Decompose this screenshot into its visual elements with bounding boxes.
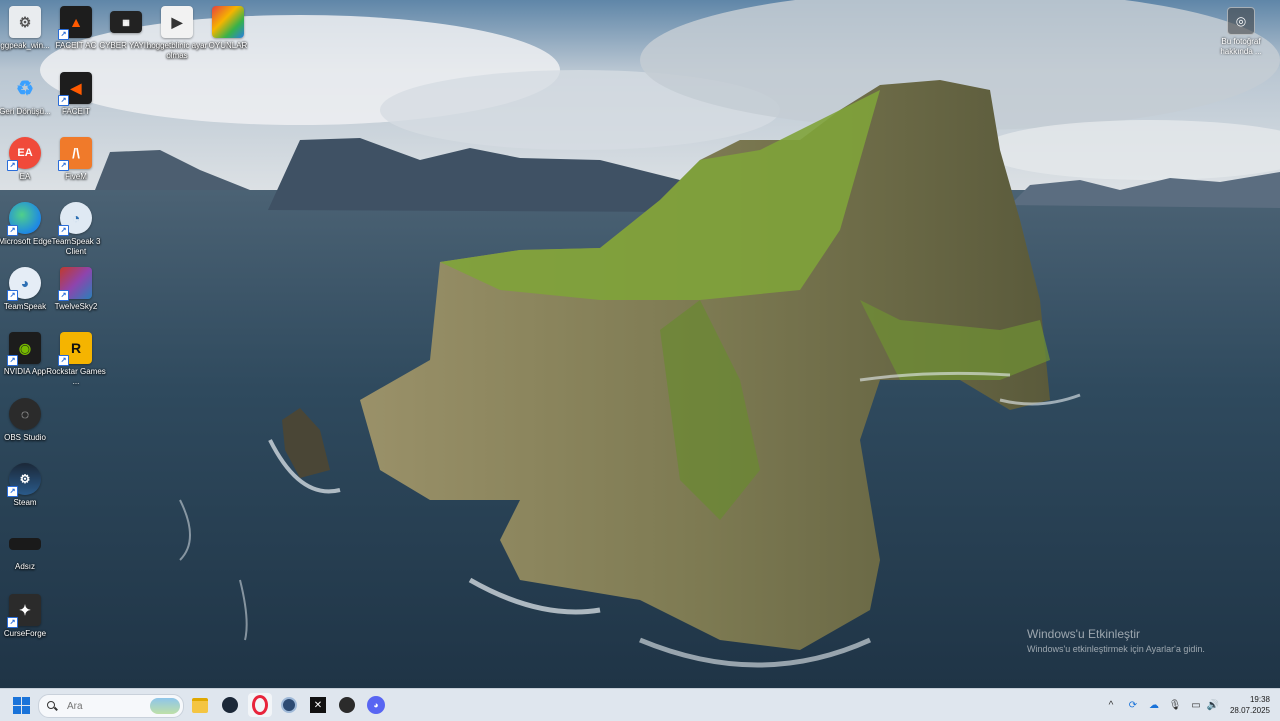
desktop-icon-rockstar[interactable]: R ↗ Rockstar Games ... xyxy=(46,332,106,387)
desktop-icon-video[interactable]: ▶ hoggetblinic ayar olmas xyxy=(147,6,207,61)
taskbar-discord[interactable]: ◕ xyxy=(364,693,388,717)
desktop-icon-obs[interactable]: ◌ OBS Studio xyxy=(0,398,50,443)
desktop-icon-faceit[interactable]: ◀ ↗ FACEIT xyxy=(51,72,101,117)
desktop-icon-recycle-bin[interactable]: ♻ Geri Dönüşü... xyxy=(0,72,51,117)
faceit-icon: ◀ ↗ xyxy=(58,72,92,106)
icon-label: Bu fotoğraf hakkında ... xyxy=(1220,37,1262,56)
icon-label: FACEIT xyxy=(61,107,90,116)
desktop-icon-fivem[interactable]: /\ ↗ FiveM xyxy=(51,137,101,182)
desktop-icon-twelvesky2[interactable]: ↗ TwelveSky2 xyxy=(51,267,101,312)
ea-icon: EA ↗ xyxy=(7,137,41,171)
taskbar-obs[interactable] xyxy=(335,693,359,717)
icon-label: TeamSpeak 3 Client xyxy=(51,237,101,256)
icon-label: FiveM xyxy=(65,172,87,181)
edge-icon: ↗ xyxy=(7,202,41,236)
discord-icon: ◕ xyxy=(367,696,385,714)
desktop-icon-ggpeak[interactable]: ⚙ ggpeak_win... xyxy=(0,6,50,51)
camera-icon: ◎ xyxy=(1227,7,1255,35)
search-highlight-icon xyxy=(150,698,180,714)
obs-icon xyxy=(339,697,355,713)
desktop-icon-teamspeak3[interactable]: ◔ ↗ TeamSpeak 3 Client xyxy=(51,202,101,257)
fivem-icon: /\ ↗ xyxy=(58,137,92,171)
taskbar-clock[interactable]: 19:38 28.07.2025 xyxy=(1230,694,1270,716)
desktop-icon-cyber-yayi[interactable]: ▦ CYBER YAYI... xyxy=(99,6,153,51)
taskbar-search[interactable] xyxy=(38,694,184,718)
teamspeak-icon: ◕ ↗ xyxy=(7,267,41,301)
clock-date: 28.07.2025 xyxy=(1229,706,1270,715)
file-explorer-icon xyxy=(192,697,208,713)
recycle-bin-icon: ♻ xyxy=(16,77,34,100)
blank-image-icon xyxy=(9,538,41,550)
desktop-icon-photo-info[interactable]: ◎ Bu fotoğraf hakkında ... xyxy=(1212,7,1270,57)
folder-games-icon xyxy=(212,6,244,38)
rockstar-icon: R ↗ xyxy=(58,332,92,366)
desktop-icon-curseforge[interactable]: ✦ ↗ CurseForge xyxy=(0,594,50,639)
nvidia-icon: ◉ ↗ xyxy=(7,332,41,366)
desktop-icon-ea[interactable]: EA ↗ EA xyxy=(0,137,50,182)
taskbar-steam[interactable] xyxy=(218,693,242,717)
video-file-icon: ▦ xyxy=(110,11,142,33)
activation-watermark: Windows'u Etkinleştir Windows'u etkinleş… xyxy=(1027,627,1205,654)
volume-icon[interactable]: 🔊 xyxy=(1206,698,1220,712)
icon-label: OYUNLAR xyxy=(208,41,248,50)
twelvesky2-icon: ↗ xyxy=(58,267,92,301)
network-icon[interactable]: ▭ xyxy=(1189,698,1203,712)
desktop-icon-faceit-ac[interactable]: ▲ ↗ FACEIT AC xyxy=(51,6,101,51)
desktop-icon-steam[interactable]: ⚙ ↗ Steam xyxy=(0,463,50,508)
clock-time: 19:38 xyxy=(1249,695,1270,704)
icon-label: Rockstar Games ... xyxy=(46,367,106,386)
icon-label: OBS Studio xyxy=(4,433,46,442)
settings-file-icon: ⚙ xyxy=(9,6,41,38)
search-icon xyxy=(47,701,57,711)
desktop-icon-nvidia[interactable]: ◉ ↗ NVIDIA App xyxy=(0,332,50,377)
teamspeak3-icon: ◔ ↗ xyxy=(58,202,92,236)
taskbar-teamspeak[interactable] xyxy=(277,693,301,717)
icon-label: Adsız xyxy=(14,562,35,571)
activation-subtitle: Windows'u etkinleştirmek için Ayarlar'a … xyxy=(1027,644,1205,654)
microphone-icon[interactable]: 🎙 xyxy=(1168,698,1182,712)
opera-icon xyxy=(252,695,268,715)
search-input[interactable] xyxy=(65,699,149,713)
teamspeak-icon xyxy=(281,697,297,713)
desktop-icon-adsiz[interactable]: Adsız xyxy=(0,538,50,572)
steam-icon xyxy=(222,697,238,713)
taskbar: ✕ ◕ ^ ⟳ ☁ 🎙 ▭ 🔊 19:38 28.07.2025 xyxy=(0,688,1280,721)
taskbar-capcut[interactable]: ✕ xyxy=(306,693,330,717)
cloud-icon[interactable]: ☁ xyxy=(1147,698,1161,712)
activation-title: Windows'u Etkinleştir xyxy=(1027,627,1140,641)
taskbar-file-explorer[interactable] xyxy=(188,693,212,717)
desktop-icon-oyunlar[interactable]: OYUNLAR xyxy=(203,6,253,51)
desktop-icon-teamspeak[interactable]: ◕ ↗ TeamSpeak xyxy=(0,267,50,312)
play-file-icon: ▶ xyxy=(161,6,193,38)
desktop-icon-edge[interactable]: ↗ Microsoft Edge xyxy=(0,202,52,247)
sync-icon[interactable]: ⟳ xyxy=(1126,698,1140,712)
icon-label: Steam xyxy=(13,498,37,507)
faceit-ac-icon: ▲ ↗ xyxy=(58,6,92,40)
chevron-up-icon[interactable]: ^ xyxy=(1104,698,1118,712)
windows-start-icon xyxy=(12,696,30,714)
curseforge-icon: ✦ ↗ xyxy=(7,594,41,628)
desktop-wallpaper xyxy=(0,0,1280,688)
taskbar-opera[interactable] xyxy=(248,693,272,717)
steam-icon: ⚙ ↗ xyxy=(7,463,41,497)
capcut-icon: ✕ xyxy=(310,697,326,713)
icon-label: TwelveSky2 xyxy=(54,302,98,311)
obs-icon: ◌ xyxy=(9,398,41,430)
icon-label: CurseForge xyxy=(3,629,47,638)
start-button[interactable] xyxy=(9,693,33,717)
